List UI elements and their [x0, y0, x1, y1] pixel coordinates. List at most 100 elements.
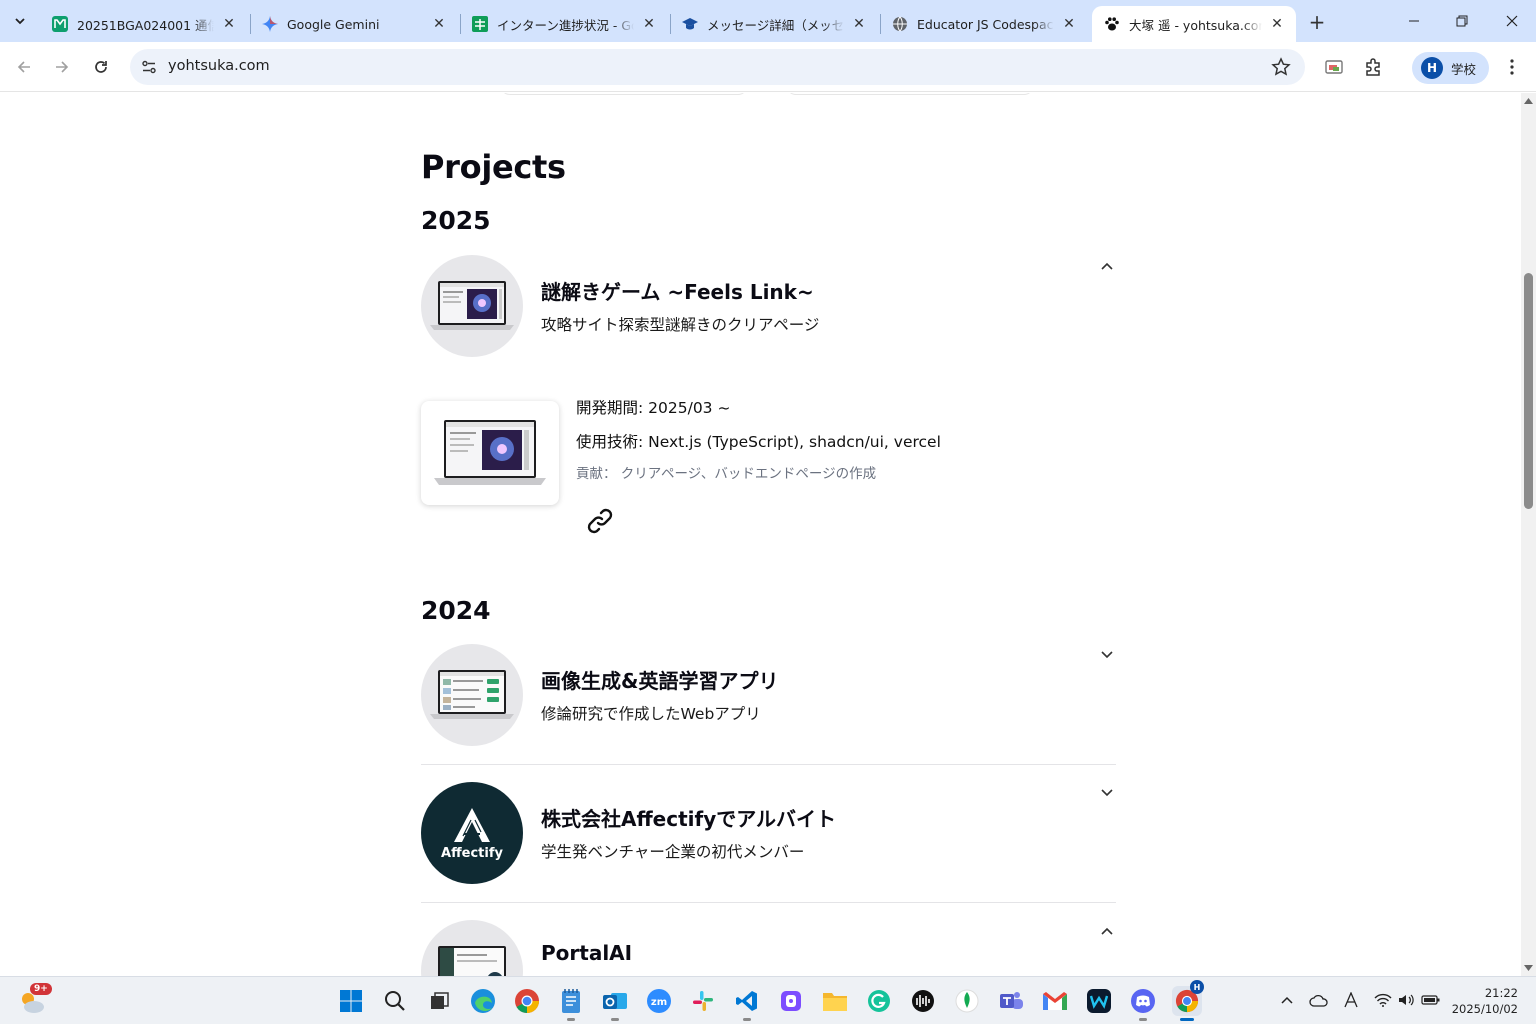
battery-icon[interactable]	[1420, 989, 1442, 1011]
stocks-icon	[912, 990, 934, 1012]
webex-app[interactable]	[1084, 986, 1114, 1016]
stocks-app[interactable]	[908, 986, 938, 1016]
close-window-button[interactable]	[1488, 0, 1536, 42]
gemini-icon	[262, 16, 278, 32]
notepad-icon	[562, 989, 580, 1013]
chevron-up-icon	[1281, 996, 1293, 1004]
language-icon[interactable]	[1340, 989, 1362, 1011]
task-view-button[interactable]	[424, 986, 454, 1016]
browser-toolbar: yohtsuka.com H 学校	[0, 42, 1536, 92]
close-icon[interactable]: ✕	[1268, 15, 1286, 33]
show-hidden-icons-button[interactable]	[1276, 989, 1298, 1011]
teams-app[interactable]	[996, 986, 1026, 1016]
grammarly-app[interactable]	[864, 986, 894, 1016]
laptop-screenshot-image	[438, 946, 506, 976]
paw-icon	[1104, 16, 1120, 32]
system-clock[interactable]: 21:22 2025/10/02	[1452, 985, 1518, 1017]
previous-card-edge	[786, 93, 1034, 95]
tab-1[interactable]: 20251BGA024001 通信基礎 ✕	[40, 6, 248, 42]
arrow-right-icon	[56, 61, 69, 73]
search-button[interactable]	[380, 986, 410, 1016]
extensions-icon[interactable]	[1361, 55, 1385, 79]
restore-button[interactable]	[1438, 0, 1486, 42]
project-item[interactable]: 画像生成&英語学習アプリ 修論研究で作成したWebアプリ	[421, 644, 1116, 748]
start-button[interactable]	[336, 986, 366, 1016]
project-item[interactable]: PortalAI	[421, 920, 1116, 976]
tab-4[interactable]: メッセージ詳細（メッセージ） ✕	[670, 6, 878, 42]
page-scrollbar[interactable]	[1521, 93, 1536, 976]
scroll-down-arrow-icon[interactable]	[1524, 965, 1533, 973]
project-item[interactable]: 謎解きゲーム ~Feels Link~ 攻略サイト探索型謎解きのクリアページ	[421, 255, 1116, 359]
tab-2[interactable]: Google Gemini ✕	[250, 6, 458, 42]
zoom-app[interactable]: zm	[644, 986, 674, 1016]
collapse-toggle[interactable]	[1098, 257, 1116, 275]
notepad-app[interactable]	[556, 986, 586, 1021]
scroll-up-arrow-icon[interactable]	[1524, 98, 1533, 106]
close-icon[interactable]: ✕	[430, 15, 448, 33]
slack-app[interactable]	[688, 986, 718, 1016]
expand-toggle[interactable]	[1098, 646, 1116, 664]
teams-icon	[1000, 992, 1023, 1009]
chevron-up-icon	[1101, 927, 1113, 935]
divider	[421, 764, 1116, 765]
star-icon[interactable]	[1271, 57, 1291, 77]
tab-search-button[interactable]	[6, 7, 34, 35]
profile-badge: H	[1190, 980, 1204, 994]
wifi-icon[interactable]	[1372, 989, 1394, 1011]
address-bar[interactable]: yohtsuka.com	[130, 49, 1305, 85]
file-explorer-app[interactable]	[820, 986, 850, 1016]
zoom-icon: zm	[647, 989, 671, 1013]
profile-button[interactable]: H 学校	[1412, 52, 1489, 84]
tab-3[interactable]: インターン進捗状況 - Google スプレッドシート ✕	[460, 6, 668, 42]
forward-button[interactable]	[47, 52, 77, 82]
edge-app[interactable]	[468, 986, 498, 1016]
logo-wordmark: Affectify	[441, 845, 503, 861]
minimize-button[interactable]	[1390, 0, 1438, 42]
affectify-logo: Affectify	[421, 782, 523, 884]
tab-5[interactable]: Educator JS Codespaces Template ✕	[880, 6, 1088, 42]
affectify-a-icon	[454, 807, 490, 842]
mongodb-app[interactable]	[952, 986, 982, 1016]
scrollbar-thumb[interactable]	[1524, 273, 1533, 509]
close-icon[interactable]: ✕	[220, 15, 238, 33]
project-subtitle: 修論研究で作成したWebアプリ	[541, 705, 761, 723]
chevron-down-icon	[15, 18, 25, 25]
tab-6-active[interactable]: 大塚 遥 - yohtsuka.com ✕	[1092, 6, 1296, 42]
discord-app[interactable]	[1128, 986, 1158, 1021]
tab-title: メッセージ詳細（メッセージ）	[707, 17, 844, 33]
outlook-app[interactable]	[600, 986, 630, 1021]
task-view-icon	[431, 992, 449, 1009]
volume-icon[interactable]	[1395, 989, 1417, 1011]
close-icon	[1506, 15, 1518, 27]
close-icon[interactable]: ✕	[850, 15, 868, 33]
url-text[interactable]: yohtsuka.com	[168, 58, 270, 74]
onedrive-icon[interactable]	[1308, 989, 1330, 1011]
gmail-app[interactable]	[1040, 986, 1070, 1016]
chrome-app[interactable]	[512, 986, 542, 1016]
folder-icon	[823, 993, 847, 1011]
close-icon[interactable]: ✕	[640, 15, 658, 33]
arrow-left-icon	[17, 61, 30, 73]
project-item[interactable]: Affectify 株式会社Affectifyでアルバイト 学生発ベンチャー企業…	[421, 782, 1116, 886]
edge-icon	[471, 989, 495, 1013]
close-icon[interactable]: ✕	[1060, 15, 1078, 33]
new-tab-button[interactable]: +	[1304, 9, 1330, 35]
cast-icon[interactable]	[1322, 55, 1346, 79]
project-title: PortalAI	[541, 941, 633, 965]
site-info-icon[interactable]	[137, 55, 161, 79]
windows-logo-icon	[340, 990, 362, 1012]
back-button[interactable]	[9, 52, 39, 82]
expand-toggle[interactable]	[1098, 784, 1116, 802]
reload-button[interactable]	[86, 52, 116, 82]
reload-icon	[95, 61, 107, 73]
chrome-profile-app[interactable]: H	[1172, 980, 1204, 1021]
vscode-app[interactable]	[732, 986, 762, 1021]
menu-button[interactable]	[1500, 55, 1524, 79]
outlook-icon	[603, 993, 627, 1009]
tab-title: 20251BGA024001 通信基礎	[77, 17, 214, 33]
obsidian-app[interactable]	[776, 986, 806, 1016]
tab-title: Google Gemini	[287, 16, 380, 32]
project-link[interactable]	[584, 505, 616, 537]
project-title: 株式会社Affectifyでアルバイト	[541, 807, 837, 831]
collapse-toggle[interactable]	[1098, 922, 1116, 940]
